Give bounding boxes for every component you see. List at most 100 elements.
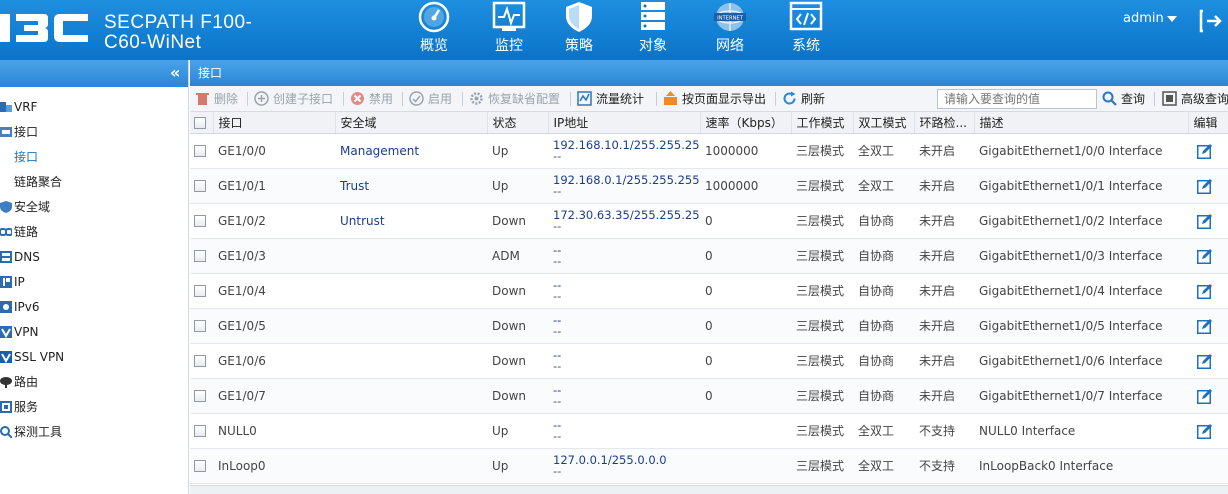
security-zone-link[interactable]: [335, 413, 487, 449]
sidebar-item-interface[interactable]: 接口: [0, 120, 188, 145]
security-zone-link[interactable]: [335, 273, 487, 309]
edit-icon[interactable]: [1197, 248, 1213, 264]
nav-object[interactable]: 对象: [617, 0, 689, 60]
edit-cell[interactable]: [1188, 273, 1228, 309]
security-zone-link[interactable]: Management: [335, 133, 487, 169]
edit-icon[interactable]: [1197, 318, 1213, 334]
row-checkbox[interactable]: [194, 355, 206, 367]
sidebar-item-ssl-vpn[interactable]: SSL VPN: [0, 345, 188, 370]
sidebar-item-vrf[interactable]: VRF: [0, 95, 188, 120]
row-checkbox[interactable]: [194, 145, 206, 157]
row-checkbox-cell[interactable]: [190, 343, 213, 379]
table-row[interactable]: GE1/0/6 Down -- -- 0 三层模式 自协商 未开启 GigabitEtherne…: [190, 343, 1228, 379]
sidebar-item-security-zone[interactable]: 安全域: [0, 195, 188, 220]
sidebar-subitem-interface[interactable]: 接口: [0, 145, 188, 170]
col-speed[interactable]: 速率（Kbps）: [700, 112, 792, 134]
sidebar-item-ipv6[interactable]: IPv6: [0, 295, 188, 320]
edit-icon[interactable]: [1197, 353, 1213, 369]
security-zone-link[interactable]: [335, 378, 487, 414]
edit-cell[interactable]: [1188, 238, 1228, 274]
sidebar-item-service[interactable]: 服务: [0, 395, 188, 420]
edit-cell[interactable]: [1188, 343, 1228, 379]
edit-cell[interactable]: [1188, 133, 1228, 169]
create-subinterface-button[interactable]: 创建子接口: [254, 91, 333, 107]
row-checkbox-cell[interactable]: [190, 308, 213, 344]
sidebar-subitem-link-aggregation[interactable]: 链路聚合: [0, 170, 188, 195]
sidebar-item-dns[interactable]: DNS: [0, 245, 188, 270]
edit-cell[interactable]: [1188, 413, 1228, 449]
table-row[interactable]: GE1/0/2 Untrust Down 172.30.63.35/255.255.2…: [190, 203, 1228, 239]
security-zone-link[interactable]: [335, 343, 487, 379]
edit-cell[interactable]: [1188, 378, 1228, 414]
row-checkbox[interactable]: [194, 285, 206, 297]
edit-icon[interactable]: [1197, 283, 1213, 299]
delete-button[interactable]: 删除: [195, 91, 238, 107]
query-button[interactable]: 查询: [1102, 91, 1145, 107]
edit-icon[interactable]: [1197, 423, 1213, 439]
security-zone-link[interactable]: [335, 308, 487, 344]
row-checkbox[interactable]: [194, 425, 206, 437]
nav-system[interactable]: 系统: [770, 0, 842, 60]
col-duplex-mode[interactable]: 双工模式: [853, 112, 915, 134]
col-ip-address[interactable]: IP地址: [548, 112, 701, 134]
table-row[interactable]: GE1/0/1 Trust Up 192.168.0.1/255.255.255.0-…: [190, 168, 1228, 204]
edit-icon[interactable]: [1197, 388, 1213, 404]
security-zone-link[interactable]: [335, 238, 487, 274]
edit-cell[interactable]: [1188, 203, 1228, 239]
edit-cell[interactable]: [1188, 308, 1228, 344]
row-checkbox-cell[interactable]: [190, 168, 213, 204]
row-checkbox[interactable]: [194, 460, 206, 472]
table-row[interactable]: InLoop0 Up 127.0.0.1/255.0.0.0 -- 三层模式 全双工 不支持…: [190, 448, 1228, 484]
edit-icon[interactable]: [1197, 213, 1213, 229]
table-row[interactable]: GE1/0/3 ADM -- -- 0 三层模式 自协商 未开启 GigabitEthernet…: [190, 238, 1228, 274]
row-checkbox-cell[interactable]: [190, 203, 213, 239]
security-zone-link[interactable]: Untrust: [335, 203, 487, 239]
edit-icon[interactable]: [1197, 143, 1213, 159]
security-zone-link[interactable]: Trust: [335, 168, 487, 204]
nav-policy[interactable]: 策略: [543, 0, 615, 60]
row-checkbox-cell[interactable]: [190, 448, 213, 484]
sidebar-item-ip[interactable]: IP: [0, 270, 188, 295]
disable-button[interactable]: 禁用: [350, 91, 393, 107]
col-loop-detect[interactable]: 环路检...: [914, 112, 975, 134]
table-row[interactable]: GE1/0/4 Down -- -- 0 三层模式 自协商 未开启 GigabitEtherne…: [190, 273, 1228, 309]
sidebar-item-link[interactable]: 链路: [0, 220, 188, 245]
search-input[interactable]: [937, 89, 1097, 109]
traffic-stats-button[interactable]: 流量统计: [577, 91, 644, 107]
row-checkbox-cell[interactable]: [190, 273, 213, 309]
select-all-checkbox-cell[interactable]: [190, 112, 214, 134]
sidebar-item-probe-tool[interactable]: 探测工具: [0, 420, 188, 445]
nav-monitor[interactable]: 监控: [473, 0, 545, 60]
row-checkbox[interactable]: [194, 180, 206, 192]
row-checkbox[interactable]: [194, 250, 206, 262]
edit-icon[interactable]: [1197, 178, 1213, 194]
enable-button[interactable]: 启用: [409, 91, 452, 107]
nav-overview[interactable]: 概览: [398, 0, 470, 60]
col-description[interactable]: 描述: [974, 112, 1189, 134]
chevron-down-icon[interactable]: [1167, 16, 1177, 22]
export-page-button[interactable]: 按页面显示导出: [663, 91, 766, 107]
row-checkbox-cell[interactable]: [190, 378, 213, 414]
sidebar-item-vpn[interactable]: VPN: [0, 320, 188, 345]
row-checkbox[interactable]: [194, 320, 206, 332]
col-status[interactable]: 状态: [487, 112, 549, 134]
row-checkbox-cell[interactable]: [190, 238, 213, 274]
table-row[interactable]: GE1/0/7 Down -- -- 0 三层模式 自协商 未开启 GigabitEtherne…: [190, 378, 1228, 414]
table-row[interactable]: GE1/0/0 Management Up 192.168.10.1/255.255.…: [190, 133, 1228, 169]
row-checkbox-cell[interactable]: [190, 413, 213, 449]
row-checkbox[interactable]: [194, 390, 206, 402]
edit-cell[interactable]: [1188, 168, 1228, 204]
collapse-sidebar-icon[interactable]: «: [170, 63, 180, 82]
security-zone-link[interactable]: [335, 448, 487, 484]
user-menu[interactable]: admin: [1123, 11, 1164, 26]
table-row[interactable]: GE1/0/5 Down -- -- 0 三层模式 自协商 未开启 GigabitEtherne…: [190, 308, 1228, 344]
restore-default-button[interactable]: 恢复缺省配置: [469, 91, 560, 107]
nav-network[interactable]: INTERNET 网络: [694, 0, 766, 60]
refresh-button[interactable]: 刷新: [782, 91, 825, 107]
advanced-query-button[interactable]: 高级查询: [1162, 91, 1228, 107]
row-checkbox[interactable]: [194, 215, 206, 227]
row-checkbox-cell[interactable]: [190, 133, 213, 169]
col-work-mode[interactable]: 工作模式: [791, 112, 854, 134]
select-all-checkbox[interactable]: [194, 116, 206, 129]
table-row[interactable]: NULL0 Up -- -- 三层模式 全双工 不支持 NULL0 Interface: [190, 413, 1228, 449]
